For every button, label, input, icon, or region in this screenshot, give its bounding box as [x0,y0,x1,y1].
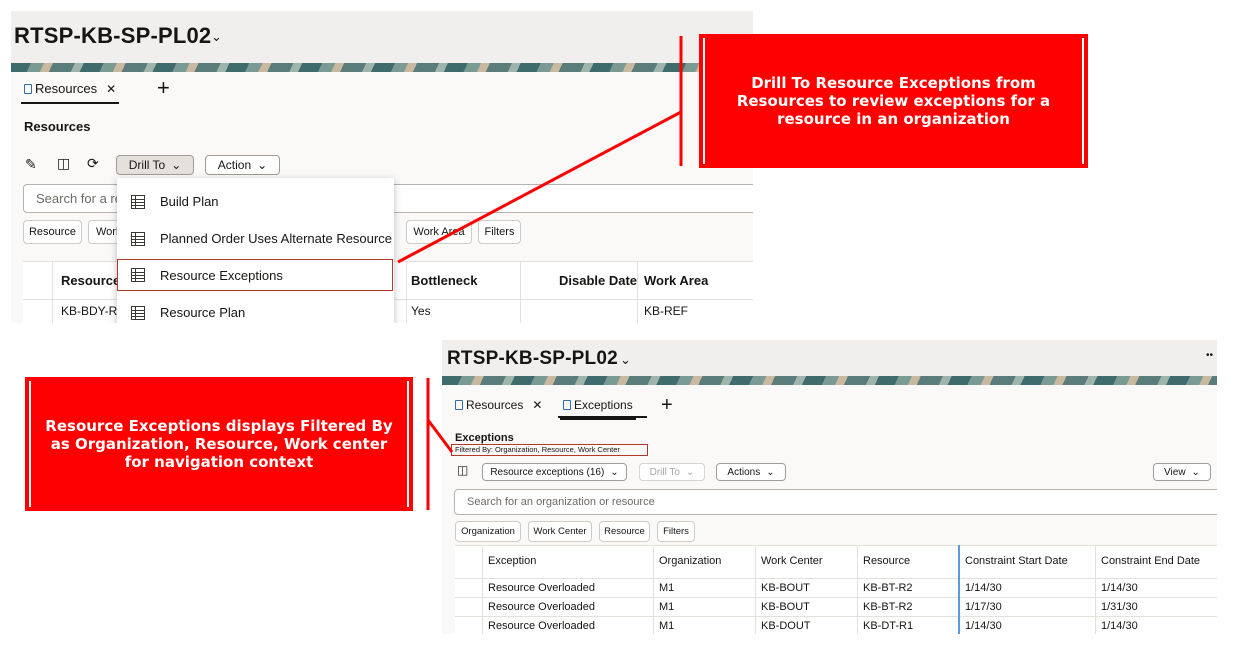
callout-drill-to-resource-exceptions: Drill To Resource Exceptions from Resour… [699,34,1088,168]
connector-line [397,110,682,264]
connector-line [426,419,454,453]
callout-filtered-by: Resource Exceptions displays Filtered By… [25,377,413,511]
